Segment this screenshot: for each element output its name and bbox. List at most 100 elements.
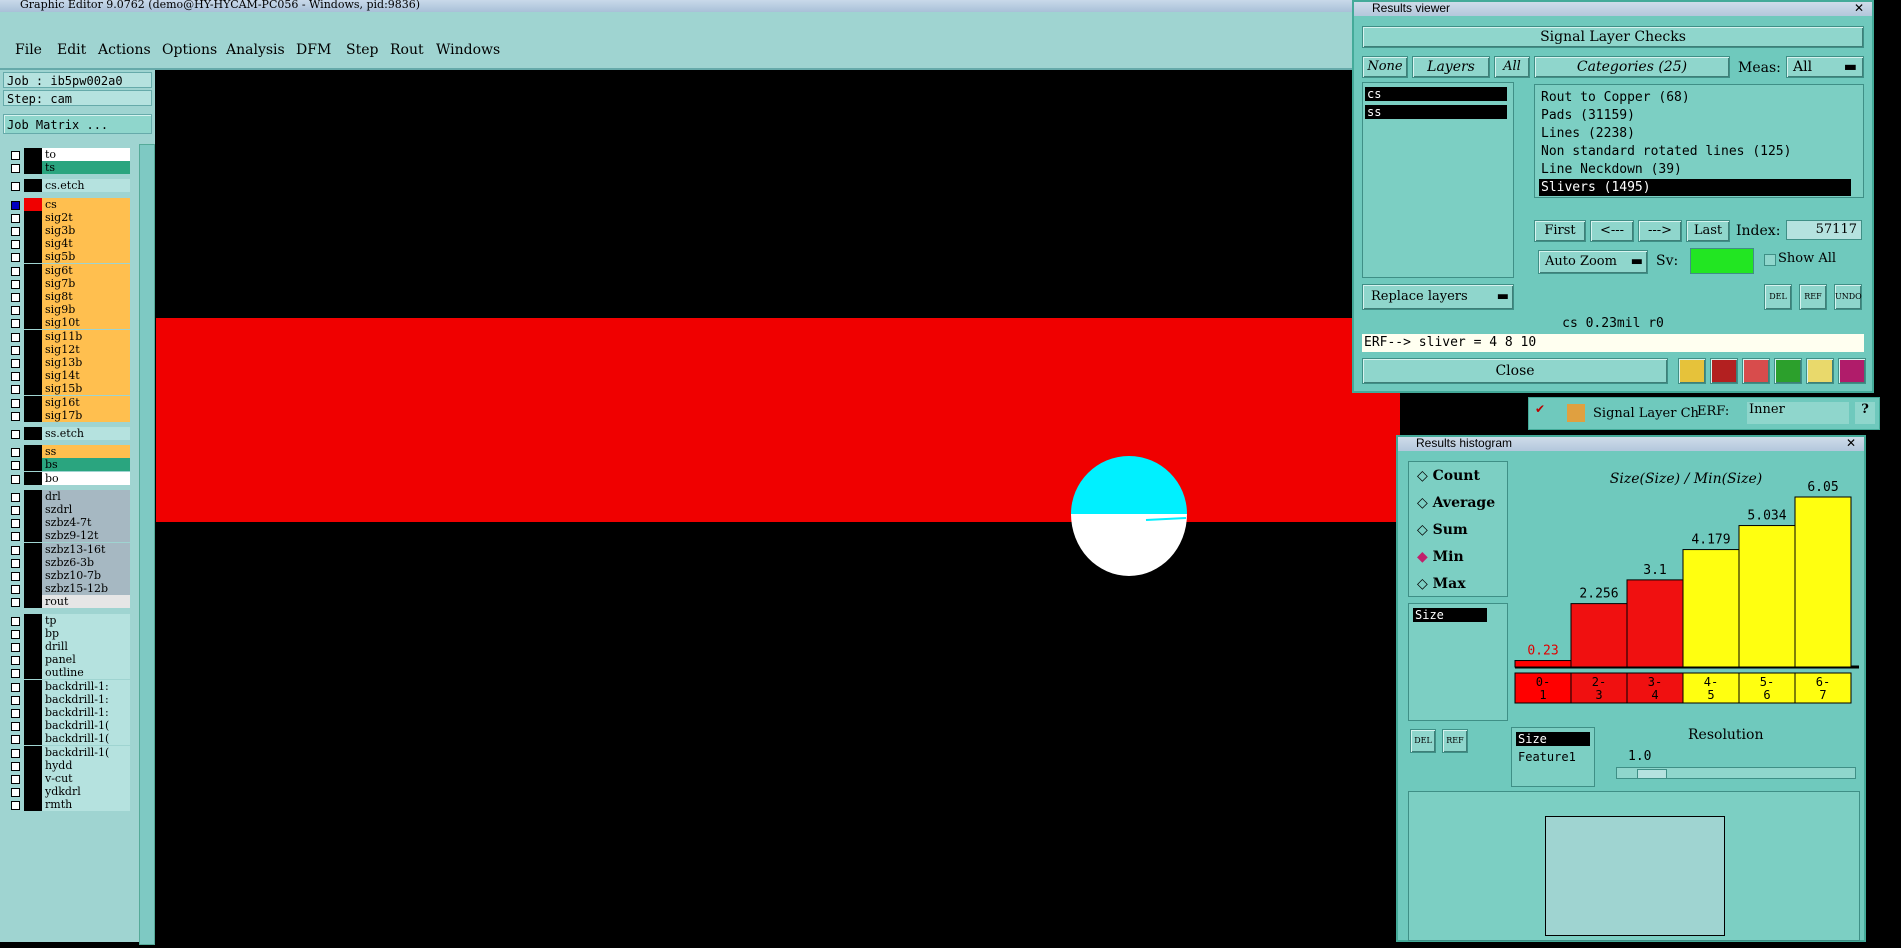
layer-checkbox[interactable] — [11, 506, 20, 515]
layer-row[interactable]: drill — [8, 640, 130, 654]
layer-row[interactable]: sig16t — [8, 395, 130, 410]
layer-checkbox[interactable] — [11, 598, 20, 608]
undo-button[interactable]: UNDO — [1834, 284, 1862, 310]
layer-name[interactable]: backdrill-1( — [42, 719, 130, 733]
resolution-slider[interactable] — [1616, 767, 1856, 779]
layer-checkbox[interactable] — [11, 398, 20, 408]
layer-row[interactable]: sig10t — [8, 316, 130, 330]
layer-name[interactable]: sig11b — [42, 329, 130, 343]
layer-name[interactable]: backdrill-1: — [42, 692, 130, 706]
layer-name[interactable]: szbz13-16t — [42, 542, 130, 556]
hist-ref-button[interactable]: REF — [1442, 729, 1468, 753]
layer-checkbox[interactable] — [11, 240, 20, 250]
help-button[interactable]: ? — [1855, 402, 1875, 424]
prev-button[interactable]: <--- — [1590, 220, 1634, 242]
slider-thumb[interactable] — [1637, 769, 1667, 779]
histogram-bar[interactable] — [1570, 603, 1628, 668]
layer-row[interactable]: sig7b — [8, 276, 130, 291]
layer-row[interactable]: sig6t — [8, 263, 130, 278]
layer-name[interactable]: szbz9-12t — [42, 529, 130, 543]
category-item[interactable]: Non standard rotated lines (125) — [1539, 143, 1791, 160]
meas-dropdown[interactable]: All ▬ — [1786, 56, 1864, 78]
layer-row[interactable]: backdrill-1: — [8, 706, 130, 720]
graphic-canvas[interactable] — [156, 70, 1400, 942]
layer-row[interactable]: bo — [8, 471, 130, 486]
layer-row[interactable]: cs.etch — [8, 179, 130, 193]
layer-checkbox[interactable] — [11, 227, 20, 236]
layer-row[interactable]: sig3b — [8, 224, 130, 238]
layer-name[interactable]: sig9b — [42, 303, 130, 317]
layer-row[interactable]: rmth — [8, 798, 130, 812]
close-icon[interactable]: ✕ — [1846, 437, 1856, 450]
layer-name[interactable]: bo — [42, 471, 130, 485]
attribute2-size[interactable]: Size — [1516, 732, 1590, 746]
layer-checkbox[interactable] — [11, 164, 20, 174]
layer-row[interactable]: ydkdrl — [8, 785, 130, 799]
menu-file[interactable]: File — [15, 42, 42, 58]
layer-checkbox[interactable] — [11, 801, 20, 811]
layer-checkbox[interactable] — [11, 345, 20, 355]
erf-field[interactable]: Inner — [1747, 402, 1849, 424]
layer-name[interactable]: ss — [42, 445, 130, 459]
layer-name[interactable]: sig4t — [42, 237, 130, 251]
layer-checkbox[interactable] — [11, 461, 20, 471]
category-item[interactable]: Lines (2238) — [1539, 125, 1635, 142]
layer-checkbox[interactable] — [11, 695, 20, 705]
layer-row[interactable]: outline — [8, 666, 130, 680]
layer-name[interactable]: ss.etch — [42, 427, 130, 440]
layer-name[interactable]: hydd — [42, 758, 130, 772]
layer-name[interactable]: szbz10-7b — [42, 569, 130, 582]
close-button[interactable]: Close — [1362, 358, 1668, 384]
del-button[interactable]: DEL — [1764, 284, 1792, 310]
histogram-bar[interactable] — [1738, 525, 1796, 668]
layer-checkbox[interactable] — [11, 735, 20, 745]
histogram-bar[interactable] — [1626, 579, 1684, 668]
signal-tab-label[interactable]: Signal Layer Ch — [1593, 406, 1699, 421]
layer-checkbox[interactable] — [11, 545, 20, 555]
layer-checkbox[interactable] — [11, 709, 20, 718]
layer-row[interactable]: rout — [8, 595, 130, 609]
layer-row[interactable]: ts — [8, 161, 130, 175]
layer-row[interactable]: szbz13-16t — [8, 542, 130, 557]
layer-checkbox[interactable] — [11, 616, 20, 626]
layer-name[interactable]: to — [42, 148, 130, 161]
layer-name[interactable]: backdrill-1: — [42, 706, 130, 719]
ref-button[interactable]: REF — [1799, 284, 1827, 310]
menu-dfm[interactable]: DFM — [296, 42, 331, 58]
layer-row[interactable]: drl — [8, 489, 130, 504]
layer-name[interactable]: ts — [42, 161, 130, 175]
radio-average[interactable]: ◇ Average — [1417, 495, 1495, 511]
layer-row[interactable]: sig11b — [8, 329, 130, 344]
layer-name[interactable]: sig13b — [42, 356, 130, 369]
layer-name[interactable]: sig10t — [42, 316, 130, 330]
layer-checkbox[interactable] — [11, 775, 20, 784]
layer-name[interactable]: ydkdrl — [42, 785, 130, 799]
layer-name[interactable]: tp — [42, 613, 130, 627]
layer-row[interactable]: sig13b — [8, 356, 130, 370]
layer-row[interactable]: tp — [8, 613, 130, 628]
layer-name[interactable]: sig14t — [42, 369, 130, 383]
layer-checkbox[interactable] — [11, 722, 20, 732]
layer-checkbox[interactable] — [11, 682, 20, 692]
layer-name[interactable]: sig12t — [42, 342, 130, 356]
layer-row[interactable]: to — [8, 148, 130, 162]
all-button[interactable]: All — [1494, 56, 1530, 78]
layer-name[interactable]: szbz4-7t — [42, 516, 130, 530]
tool-icon-1[interactable] — [1678, 358, 1706, 384]
layers-button[interactable]: Layers — [1412, 56, 1490, 78]
layer-checkbox[interactable] — [11, 266, 20, 276]
layer-row[interactable]: sig4t — [8, 237, 130, 251]
layer-checkbox[interactable] — [11, 492, 20, 502]
layer-checkbox[interactable] — [11, 656, 20, 666]
layer-name[interactable]: szbz15-12b — [42, 582, 130, 596]
layer-row[interactable]: sig14t — [8, 369, 130, 383]
layer-checkbox[interactable] — [11, 293, 20, 302]
layer-name[interactable]: sig15b — [42, 382, 130, 396]
layer-checkbox[interactable] — [11, 558, 20, 568]
first-button[interactable]: First — [1534, 220, 1586, 242]
layer-checkbox[interactable] — [11, 411, 20, 421]
layer-name[interactable]: panel — [42, 653, 130, 667]
category-item[interactable]: Line Neckdown (39) — [1539, 161, 1682, 178]
layer-row[interactable]: szbz10-7b — [8, 569, 130, 583]
layer-name[interactable]: szbz6-3b — [42, 555, 130, 569]
